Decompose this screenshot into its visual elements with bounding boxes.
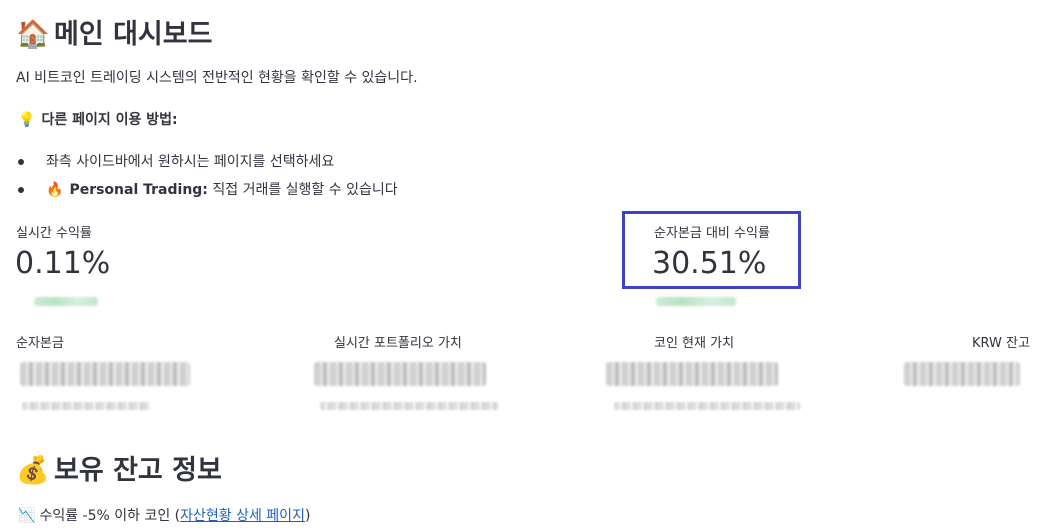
- fire-icon: 🔥: [46, 182, 64, 198]
- metric-label: 실시간 포트폴리오 가치: [334, 336, 462, 351]
- metric-value-redacted: [314, 362, 486, 386]
- list-item: 좌측 사이드바에서 원하시는 페이지를 선택하세요: [18, 151, 334, 171]
- chart-down-icon: 📉: [18, 508, 36, 524]
- metric-label: 코인 현재 가치: [654, 336, 735, 351]
- house-icon: 🏠: [16, 19, 50, 50]
- asset-detail-link[interactable]: 자산현황 상세 페이지: [180, 508, 305, 524]
- metric-label: 순자본금 대비 수익률: [654, 226, 770, 241]
- metric-value-redacted: [20, 362, 190, 386]
- list-item: 🔥 Personal Trading: 직접 거래를 실행할 수 있습니다: [18, 179, 398, 199]
- metric-delta-redacted: [656, 297, 736, 306]
- metric-value: 30.51%: [652, 246, 767, 281]
- intro-text: AI 비트코인 트레이딩 시스템의 전반적인 현황을 확인할 수 있습니다.: [16, 70, 418, 86]
- metric-label: 순자본금: [16, 336, 64, 351]
- metric-delta-redacted: [320, 402, 498, 410]
- metric-label: 실시간 수익률: [16, 226, 92, 241]
- page-title: 🏠 메인 대시보드: [16, 19, 213, 50]
- metric-value-redacted: [606, 362, 778, 386]
- metric-delta-redacted: [34, 297, 98, 306]
- tips-heading: 💡 다른 페이지 이용 방법:: [18, 112, 178, 128]
- metric-label: KRW 잔고: [972, 336, 1030, 351]
- metric-value: 0.11%: [15, 246, 111, 281]
- filter-note: 📉 수익률 -5% 이하 코인 (자산현황 상세 페이지): [18, 508, 311, 524]
- lightbulb-icon: 💡: [18, 112, 36, 128]
- metric-delta-redacted: [22, 402, 150, 410]
- money-bag-icon: 💰: [16, 455, 50, 486]
- metric-value-redacted: [904, 362, 1020, 386]
- section-title: 💰 보유 잔고 정보: [16, 455, 222, 486]
- metric-delta-redacted: [614, 402, 800, 410]
